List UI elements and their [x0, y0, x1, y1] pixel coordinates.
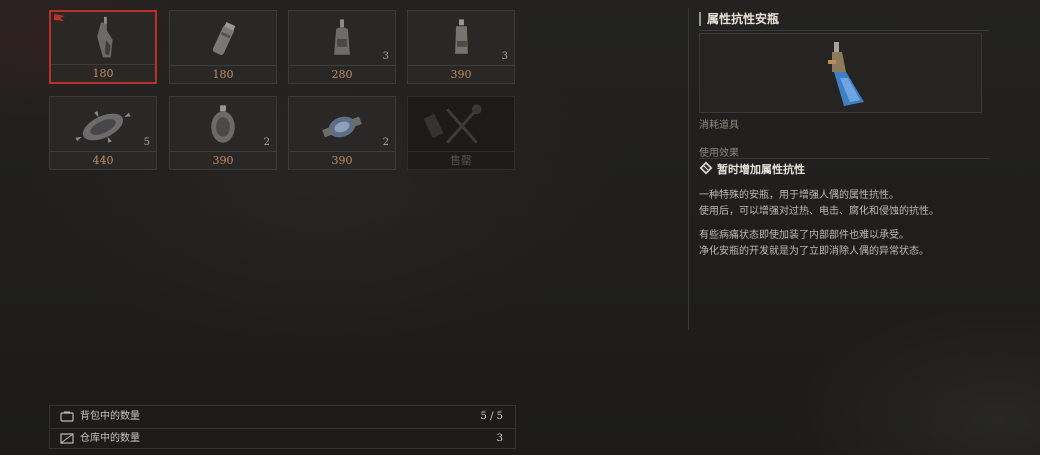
backpack-count-label: 背包中的数量	[80, 411, 140, 422]
item-price: 390	[170, 151, 276, 169]
item-quantity: 2	[382, 137, 389, 148]
item-quantity: 3	[501, 51, 508, 62]
description-line: 一种特殊的安瓶，用于增强人偶的属性抗性。	[699, 190, 899, 201]
spiked-grenade-icon	[75, 111, 131, 143]
item-slot-3[interactable]: 3 280	[288, 10, 396, 84]
quantity-panel: 背包中的数量 5 / 5 仓库中的数量 3	[49, 405, 516, 449]
effect-text: 暂时增加属性抗性	[717, 163, 805, 176]
storage-box-icon	[60, 433, 74, 444]
effect-heading: 使用效果	[699, 148, 739, 159]
item-price: 390	[408, 65, 514, 83]
item-quantity: 2	[263, 137, 270, 148]
item-slot-6[interactable]: 2 390	[169, 96, 277, 170]
item-detail-panel: 属性抗性安瓶 消耗道具 使用效果 暂时增加属性抗性 一种特殊的安瓶，用于增强人偶…	[688, 8, 989, 330]
item-slot-2[interactable]: 180	[169, 10, 277, 84]
item-price: 180	[51, 64, 155, 82]
backpack-count-value: 5 / 5	[480, 411, 503, 422]
item-price: 390	[289, 151, 395, 169]
description-line: 净化安瓶的开发就是为了立即消除人偶的异常状态。	[699, 246, 929, 257]
item-slot-7[interactable]: 2 390	[288, 96, 396, 170]
item-preview	[699, 33, 982, 113]
item-slot-5[interactable]: 5 440	[49, 96, 157, 170]
title-divider	[699, 30, 989, 31]
storage-count-value: 3	[496, 433, 503, 444]
description-paragraph-1: 一种特殊的安瓶，用于增强人偶的属性抗性。 使用后，可以增强对过热、电击、腐化和侵…	[699, 188, 984, 220]
item-quantity: 5	[143, 137, 150, 148]
description-line: 使用后，可以增强对过热、电击、腐化和侵蚀的抗性。	[699, 206, 939, 217]
item-price: 280	[289, 65, 395, 83]
item-slot-1[interactable]: 180	[49, 10, 157, 84]
bottle-icon	[334, 19, 350, 55]
canister-icon	[212, 21, 236, 55]
shop-screen: 180 180 3 280 3 390 5 440 2 390 2 390 售罄…	[0, 0, 1040, 455]
description-paragraph-2: 有些病痛状态即使加装了内部部件也难以承受。 净化安瓶的开发就是为了立即消除人偶的…	[699, 228, 984, 260]
blue-bomb-icon	[322, 116, 362, 138]
item-quantity: 3	[382, 51, 389, 62]
round-flask-icon	[211, 105, 235, 143]
item-slot-8-sold-out[interactable]: 售罄	[407, 96, 515, 170]
item-price: 440	[50, 151, 156, 169]
storage-count-label: 仓库中的数量	[80, 433, 140, 444]
item-category: 消耗道具	[699, 120, 739, 131]
item-description: 一种特殊的安瓶，用于增强人偶的属性抗性。 使用后，可以增强对过热、电击、腐化和侵…	[699, 188, 984, 268]
item-slot-4[interactable]: 3 390	[407, 10, 515, 84]
item-grid: 180 180 3 280 3 390 5 440 2 390 2 390 售罄	[49, 10, 519, 170]
item-title: 属性抗性安瓶	[699, 12, 779, 26]
backpack-icon	[60, 411, 74, 422]
resistance-effect-icon	[699, 161, 713, 175]
effect-divider	[699, 158, 989, 159]
ampoule-icon	[828, 42, 864, 106]
red-bottle-flask-icon	[97, 16, 113, 58]
description-line: 有些病痛状态即使加装了内部部件也难以承受。	[699, 230, 909, 241]
vial-icon	[455, 19, 468, 54]
tools-icon	[423, 104, 482, 144]
item-price: 180	[170, 65, 276, 83]
backpack-count-row: 背包中的数量 5 / 5	[50, 407, 515, 427]
storage-count-row: 仓库中的数量 3	[50, 428, 515, 449]
sold-out-label: 售罄	[408, 151, 514, 169]
